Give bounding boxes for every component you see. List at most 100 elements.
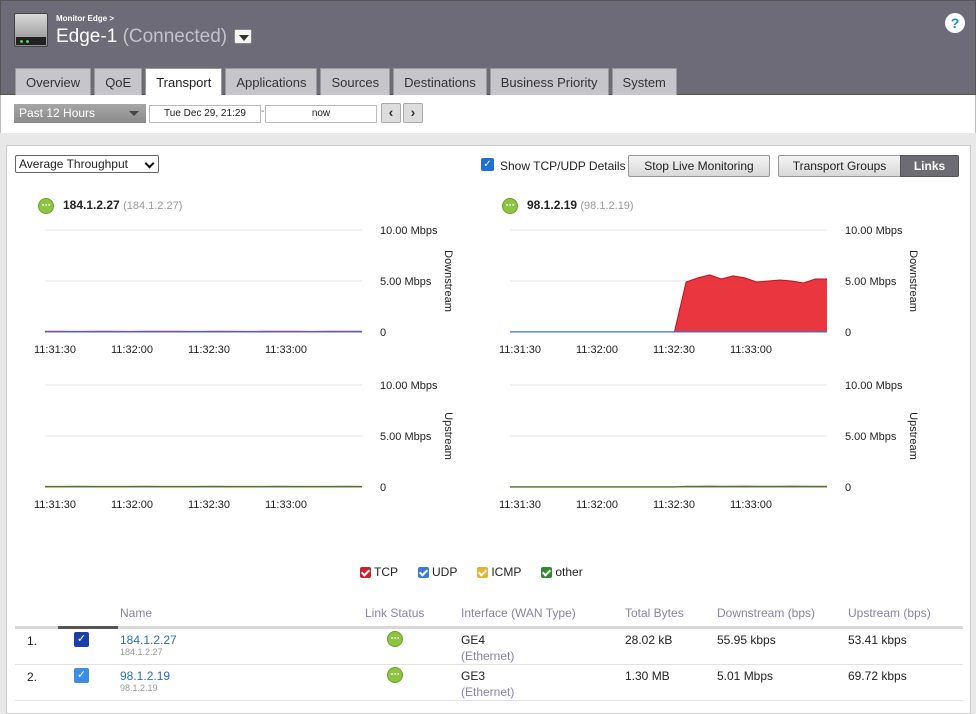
tab-destinations[interactable]: Destinations xyxy=(393,68,487,96)
upstream-value: 69.72 kbps xyxy=(848,669,907,683)
x-tick-label: 11:33:00 xyxy=(265,344,307,356)
column-header-total-bytes[interactable]: Total Bytes xyxy=(625,606,684,620)
x-tick-label: 11:32:30 xyxy=(653,344,695,356)
tab-business-priority[interactable]: Business Priority xyxy=(489,68,609,96)
table-header: Name Link Status Interface (WAN Type) To… xyxy=(15,604,963,628)
y-tick-label: 5.00 Mbps xyxy=(380,431,432,443)
y-tick-label: 10.00 Mbps xyxy=(380,380,438,392)
link-title-2: 98.1.2.19 (98.1.2.19) xyxy=(527,198,634,212)
column-header-link-status[interactable]: Link Status xyxy=(365,606,424,620)
end-time-input[interactable]: now xyxy=(265,105,377,123)
stop-live-monitoring-button[interactable]: Stop Live Monitoring xyxy=(628,155,770,177)
y-tick-label: 5.00 Mbps xyxy=(845,431,897,443)
checkbox-icon[interactable] xyxy=(541,566,553,578)
start-time-input[interactable]: Tue Dec 29, 21:29 xyxy=(149,105,261,123)
tab-system[interactable]: System xyxy=(611,68,677,96)
interface-name: GE4 xyxy=(461,633,486,647)
x-tick-label: 11:33:00 xyxy=(730,499,772,511)
direction-label: Downstream xyxy=(442,250,454,312)
column-header-upstream[interactable]: Upstream (bps) xyxy=(848,606,931,620)
legend-item-other[interactable]: other xyxy=(541,565,583,579)
x-tick-label: 11:32:30 xyxy=(188,499,230,511)
link-name-link[interactable]: 184.1.2.27 xyxy=(120,633,177,647)
x-tick-label: 11:31:30 xyxy=(34,344,76,356)
edge-name: Edge-1 xyxy=(56,26,118,47)
connection-status: (Connected) xyxy=(122,26,228,47)
column-header-interface[interactable]: Interface (WAN Type) xyxy=(461,606,576,620)
y-tick-label: 0 xyxy=(380,327,386,339)
x-tick-label: 11:32:30 xyxy=(188,344,230,356)
checkbox-icon[interactable] xyxy=(360,566,371,578)
legend-label: UDP xyxy=(432,565,458,579)
transport-groups-button[interactable]: Transport Groups xyxy=(778,155,901,177)
link-ip-sub: 184.1.2.27 xyxy=(120,647,163,657)
edge-device-icon xyxy=(14,13,48,47)
chart-legend: TCP UDP ICMP other xyxy=(360,565,603,579)
checkbox-icon[interactable] xyxy=(477,566,489,578)
downstream-chart-link-1: 10.00 Mbps 5.00 Mbps 0 11:31:30 11:32:00 11:3… xyxy=(34,225,454,356)
link-status-icon: ⋯ xyxy=(38,198,54,214)
y-tick-label: 10.00 Mbps xyxy=(845,380,903,392)
tab-qoe[interactable]: QoE xyxy=(94,68,143,96)
links-button[interactable]: Links xyxy=(900,155,959,177)
table-row[interactable]: 2. ✓ 98.1.2.19 98.1.2.19 ⋯ GE3 (Ethernet… xyxy=(15,665,963,701)
link-name: 98.1.2.19 xyxy=(527,198,578,212)
x-tick-label: 11:31:30 xyxy=(499,344,541,356)
y-tick-label: 10.00 Mbps xyxy=(380,225,438,237)
series-area xyxy=(674,274,827,332)
x-tick-label: 11:32:30 xyxy=(653,499,695,511)
time-range-select[interactable]: Past 12 Hours xyxy=(14,104,146,123)
x-tick-label: 11:33:00 xyxy=(265,499,307,511)
page-title: Edge-1 (Connected) xyxy=(56,26,253,48)
x-tick-label: 11:32:00 xyxy=(576,499,618,511)
x-tick-label: 11:31:30 xyxy=(499,499,541,511)
tab-overview[interactable]: Overview xyxy=(15,68,92,96)
time-separator: - xyxy=(261,106,265,117)
wan-type: (Ethernet) xyxy=(461,649,515,663)
link-title-1: 184.1.2.27 (184.1.2.27) xyxy=(63,198,182,212)
direction-label: Downstream xyxy=(907,250,919,312)
breadcrumb[interactable]: Monitor Edge > xyxy=(56,14,114,23)
downstream-value: 5.01 Mbps xyxy=(717,669,774,683)
x-tick-label: 11:32:00 xyxy=(576,344,618,356)
y-tick-label: 0 xyxy=(845,327,851,339)
checkbox-icon[interactable] xyxy=(418,566,429,578)
page-header: Monitor Edge > Edge-1 (Connected) ? Over… xyxy=(0,0,976,96)
row-index: 2. xyxy=(27,670,38,684)
y-tick-label: 0 xyxy=(380,482,386,494)
column-header-name[interactable]: Name xyxy=(120,606,152,620)
x-tick-label: 11:32:00 xyxy=(111,344,153,356)
link-status-icon: ⋯ xyxy=(387,667,403,683)
row-checkbox[interactable]: ✓ xyxy=(74,632,89,647)
chevron-left-icon[interactable]: ‹ xyxy=(381,103,401,123)
help-icon[interactable]: ? xyxy=(945,13,965,33)
show-details-checkbox[interactable]: ✓ xyxy=(481,158,494,171)
upstream-chart-link-2: 10.00 Mbps 5.00 Mbps 0 11:31:30 11:32:00 11:3… xyxy=(499,380,919,511)
tab-sources[interactable]: Sources xyxy=(320,68,391,96)
x-tick-label: 11:33:00 xyxy=(730,344,772,356)
row-checkbox[interactable]: ✓ xyxy=(74,668,89,683)
total-bytes: 28.02 kB xyxy=(625,633,673,647)
show-details-label: Show TCP/UDP Details xyxy=(500,159,626,173)
legend-item-udp[interactable]: UDP xyxy=(418,565,457,579)
metric-select[interactable]: Average Throughput xyxy=(15,155,159,173)
tab-transport[interactable]: Transport xyxy=(145,68,223,96)
tab-applications[interactable]: Applications xyxy=(225,68,318,96)
x-tick-label: 11:31:30 xyxy=(34,499,76,511)
legend-item-icmp[interactable]: ICMP xyxy=(477,565,521,579)
link-name: 184.1.2.27 xyxy=(63,198,120,212)
legend-item-tcp[interactable]: TCP xyxy=(360,565,398,579)
row-index: 1. xyxy=(27,634,38,648)
table-row[interactable]: 1. ✓ 184.1.2.27 184.1.2.27 ⋯ GE4 (Ethern… xyxy=(15,629,963,665)
column-header-downstream[interactable]: Downstream (bps) xyxy=(717,606,815,620)
upstream-chart-link-1: 10.00 Mbps 5.00 Mbps 0 11:31:30 11:32:00 11:3… xyxy=(34,380,454,511)
total-bytes: 1.30 MB xyxy=(625,669,670,683)
edge-dropdown-button[interactable] xyxy=(234,29,253,44)
chevron-right-icon[interactable]: › xyxy=(403,103,423,123)
link-name-link[interactable]: 98.1.2.19 xyxy=(120,669,170,683)
y-tick-label: 5.00 Mbps xyxy=(380,276,432,288)
link-status-icon: ⋯ xyxy=(502,198,518,214)
downstream-value: 55.95 kbps xyxy=(717,633,776,647)
legend-label: ICMP xyxy=(491,565,522,579)
legend-label: TCP xyxy=(374,565,398,579)
